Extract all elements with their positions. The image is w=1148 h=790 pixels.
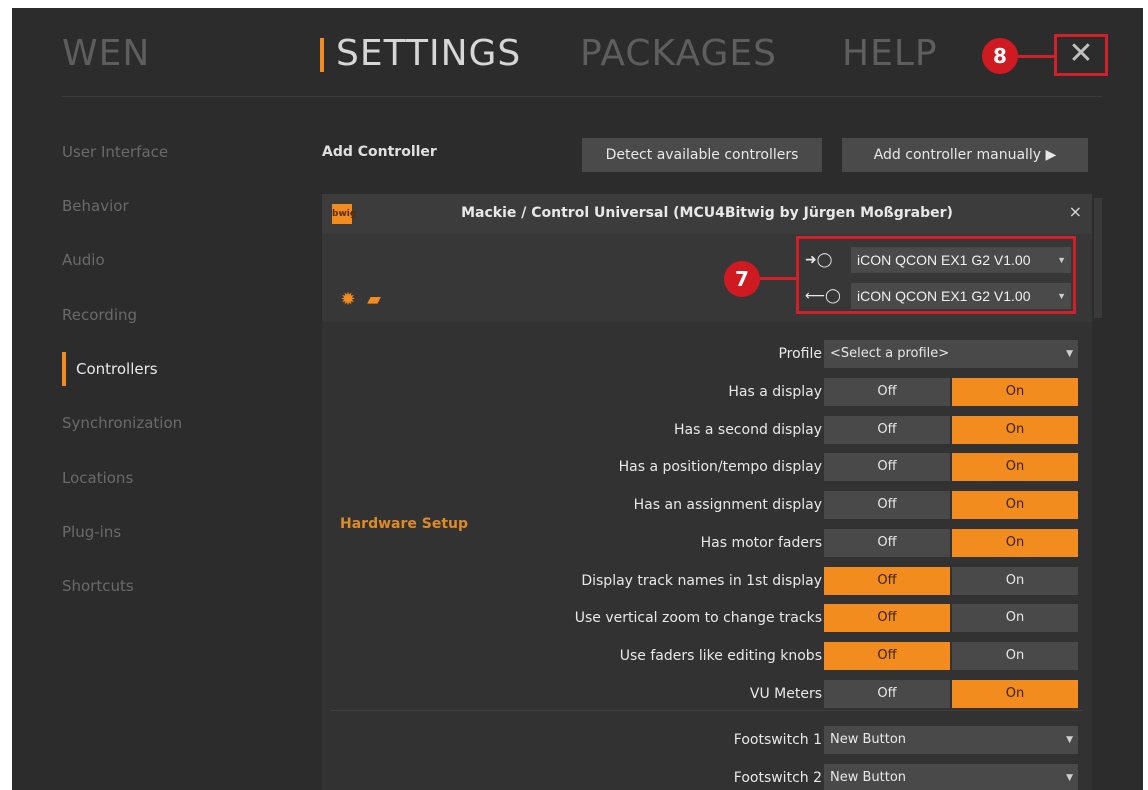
controller-io-area: ✹ ▰ ➜◯ iCON QCON EX1 G2 V1.00 ▼ ⟵◯ iCON … bbox=[322, 234, 1092, 322]
midi-output-row: ⟵◯ iCON QCON EX1 G2 V1.00 ▼ bbox=[803, 283, 1071, 309]
toggle-label: Use faders like editing knobs bbox=[619, 648, 822, 664]
sidebar-item-user-interface[interactable]: User Interface bbox=[62, 142, 168, 162]
on-off-toggle: Off On bbox=[824, 604, 1078, 632]
toggle-off-button[interactable]: Off bbox=[824, 491, 950, 519]
chevron-down-icon: ▼ bbox=[1066, 773, 1073, 783]
on-off-toggle: Off On bbox=[824, 491, 1078, 519]
midi-input-row: ➜◯ iCON QCON EX1 G2 V1.00 ▼ bbox=[803, 247, 1071, 273]
detect-controllers-button[interactable]: Detect available controllers bbox=[582, 138, 822, 172]
toggle-off-button[interactable]: Off bbox=[824, 567, 950, 595]
sidebar-item-locations[interactable]: Locations bbox=[62, 468, 133, 488]
controller-header: bwig Mackie / Control Universal (MCU4Bit… bbox=[322, 194, 1092, 234]
toggle-off-button[interactable]: Off bbox=[824, 642, 950, 670]
annotation-badge-8: 8 bbox=[982, 38, 1018, 74]
sidebar-item-synchronization[interactable]: Synchronization bbox=[62, 413, 182, 433]
section-label: Hardware Setup bbox=[340, 516, 469, 532]
profile-label: Profile bbox=[778, 346, 822, 362]
add-controller-manually-button[interactable]: Add controller manually ▶ bbox=[842, 138, 1088, 172]
toggle-on-button[interactable]: On bbox=[952, 567, 1078, 595]
toggle-label: VU Meters bbox=[749, 686, 822, 702]
chevron-down-icon: ▼ bbox=[1066, 735, 1073, 745]
nav-wen[interactable]: WEN bbox=[62, 34, 150, 74]
toggle-on-button[interactable]: On bbox=[952, 604, 1078, 632]
toggle-label: Has an assignment display bbox=[633, 497, 822, 513]
toggle-label: Has a position/tempo display bbox=[618, 459, 822, 475]
toggle-on-button[interactable]: On bbox=[952, 491, 1078, 519]
on-off-toggle: Off On bbox=[824, 453, 1078, 481]
midi-output-icon: ⟵◯ bbox=[805, 288, 841, 304]
toggle-on-button[interactable]: On bbox=[952, 453, 1078, 481]
footswitch-2-value: New Button bbox=[830, 770, 907, 785]
toggle-label: Has motor faders bbox=[700, 535, 822, 551]
footswitch-1-label: Footswitch 1 bbox=[733, 732, 822, 748]
toggle-on-button[interactable]: On bbox=[952, 416, 1078, 444]
on-off-toggle: Off On bbox=[824, 378, 1078, 406]
nav-packages[interactable]: PACKAGES bbox=[580, 34, 777, 74]
chevron-down-icon: ▼ bbox=[1057, 291, 1066, 301]
midi-input-icon: ➜◯ bbox=[805, 252, 833, 268]
toggle-off-button[interactable]: Off bbox=[824, 416, 950, 444]
toggle-on-button[interactable]: On bbox=[952, 642, 1078, 670]
add-controller-label: Add Controller bbox=[322, 144, 437, 160]
footswitch-2-label: Footswitch 2 bbox=[733, 770, 822, 786]
toggle-label: Use vertical zoom to change tracks bbox=[574, 610, 822, 626]
toggle-label: Has a second display bbox=[674, 422, 822, 438]
sidebar-item-controllers[interactable]: Controllers bbox=[62, 352, 158, 386]
sidebar-item-recording[interactable]: Recording bbox=[62, 305, 137, 325]
scrollbar-thumb[interactable] bbox=[1094, 198, 1102, 318]
on-off-toggle: Off On bbox=[824, 642, 1078, 670]
toggle-off-button[interactable]: Off bbox=[824, 680, 950, 708]
on-off-toggle: Off On bbox=[824, 529, 1078, 557]
toggle-label: Has a display bbox=[728, 384, 822, 400]
midi-input-value: iCON QCON EX1 G2 V1.00 bbox=[857, 252, 1031, 268]
sidebar-item-audio[interactable]: Audio bbox=[62, 250, 105, 270]
on-off-toggle: Off On bbox=[824, 416, 1078, 444]
midi-ports-highlight: ➜◯ iCON QCON EX1 G2 V1.00 ▼ ⟵◯ iCON QCON… bbox=[796, 236, 1076, 314]
footswitch-1-select[interactable]: New Button ▼ bbox=[824, 726, 1078, 754]
nav-divider bbox=[62, 96, 1102, 97]
close-icon[interactable]: ✕ bbox=[1054, 34, 1108, 76]
toggle-on-button[interactable]: On bbox=[952, 529, 1078, 557]
midi-output-value: iCON QCON EX1 G2 V1.00 bbox=[857, 288, 1031, 304]
footswitch-1-value: New Button bbox=[830, 732, 907, 747]
comment-icon[interactable]: ▰ bbox=[364, 290, 384, 310]
gear-icon[interactable]: ✹ bbox=[338, 290, 358, 310]
toggle-on-button[interactable]: On bbox=[952, 680, 1078, 708]
footswitch-2-select[interactable]: New Button ▼ bbox=[824, 764, 1078, 790]
toggle-on-button[interactable]: On bbox=[952, 378, 1078, 406]
on-off-toggle: Off On bbox=[824, 567, 1078, 595]
remove-controller-icon[interactable]: × bbox=[1069, 202, 1082, 221]
toggle-off-button[interactable]: Off bbox=[824, 378, 950, 406]
chevron-down-icon: ▼ bbox=[1057, 255, 1066, 265]
annotation-line-7 bbox=[760, 277, 798, 280]
sidebar-item-plug-ins[interactable]: Plug-ins bbox=[62, 522, 121, 542]
controller-title: Mackie / Control Universal (MCU4Bitwig b… bbox=[461, 205, 953, 221]
toggle-off-button[interactable]: Off bbox=[824, 604, 950, 632]
toggle-label: Display track names in 1st display bbox=[581, 573, 822, 589]
toggle-off-button[interactable]: Off bbox=[824, 529, 950, 557]
sidebar-item-shortcuts[interactable]: Shortcuts bbox=[62, 576, 134, 596]
settings-window: WEN SETTINGS PACKAGES HELP 8 ✕ User Inte… bbox=[12, 8, 1143, 790]
midi-input-select[interactable]: iCON QCON EX1 G2 V1.00 ▼ bbox=[851, 247, 1071, 273]
midi-output-select[interactable]: iCON QCON EX1 G2 V1.00 ▼ bbox=[851, 283, 1071, 309]
sidebar-item-behavior[interactable]: Behavior bbox=[62, 196, 129, 216]
annotation-line-8 bbox=[1018, 55, 1054, 58]
nav-help[interactable]: HELP bbox=[842, 34, 938, 74]
toggle-off-button[interactable]: Off bbox=[824, 453, 950, 481]
chevron-down-icon: ▼ bbox=[1066, 349, 1073, 359]
on-off-toggle: Off On bbox=[824, 680, 1078, 708]
section-divider bbox=[330, 710, 1082, 711]
profile-select[interactable]: <Select a profile> ▼ bbox=[824, 340, 1078, 368]
hardware-settings-panel: Hardware Setup Profile <Select a profile… bbox=[322, 322, 1092, 790]
annotation-badge-7: 7 bbox=[724, 261, 760, 297]
nav-settings[interactable]: SETTINGS bbox=[320, 34, 521, 74]
profile-value: <Select a profile> bbox=[830, 346, 950, 361]
